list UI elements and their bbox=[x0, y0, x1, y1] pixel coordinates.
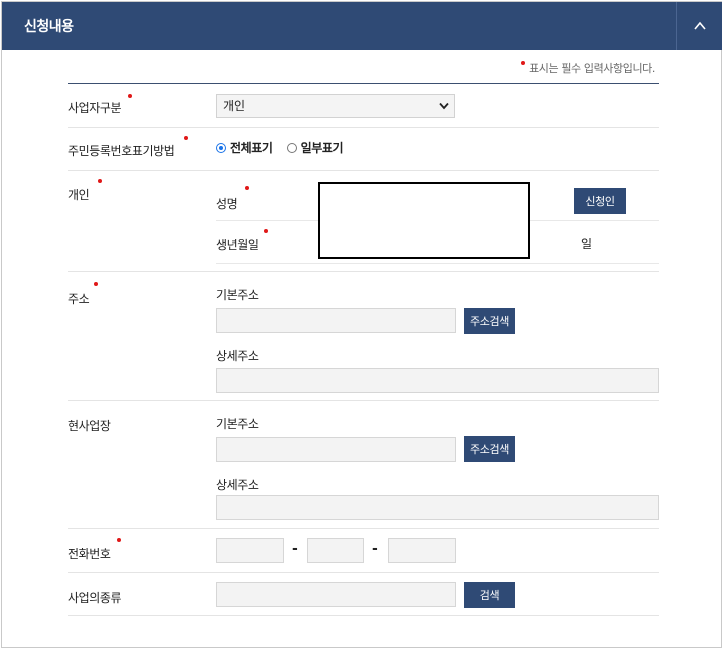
workplace-base-label: 기본주소 bbox=[216, 417, 259, 431]
address-search-button[interactable]: 주소검색 bbox=[464, 308, 515, 334]
workplace-search-button[interactable]: 주소검색 bbox=[464, 436, 515, 462]
id-display-radio-group: 전체표기 일부표기 bbox=[216, 139, 353, 156]
required-note-text: 표시는 필수 입력사항입니다. bbox=[529, 62, 655, 75]
phone-label: 전화번호 bbox=[68, 547, 111, 561]
address-detail-input[interactable] bbox=[216, 368, 659, 393]
phone-part1-input[interactable] bbox=[216, 538, 284, 563]
business-category-label: 사업의종류 bbox=[68, 591, 122, 605]
form-top-line bbox=[68, 83, 659, 84]
subrow-divider bbox=[216, 263, 659, 264]
required-dot-icon bbox=[264, 229, 268, 233]
id-display-label: 주민등록번호표기방법 bbox=[68, 144, 175, 158]
row-divider bbox=[68, 615, 659, 616]
chevron-down-icon bbox=[439, 102, 449, 110]
row-divider bbox=[68, 400, 659, 401]
required-dot-icon bbox=[94, 282, 98, 286]
address-detail-label: 상세주소 bbox=[216, 349, 259, 363]
collapse-button[interactable] bbox=[676, 2, 722, 50]
business-type-label: 사업자구분 bbox=[68, 101, 122, 115]
radio-full-display-label: 전체표기 bbox=[230, 141, 273, 155]
radio-partial-display[interactable]: 일부표기 bbox=[286, 139, 344, 156]
address-base-input[interactable] bbox=[216, 308, 456, 333]
name-label: 성명 bbox=[216, 197, 238, 211]
workplace-detail-input[interactable] bbox=[216, 495, 659, 520]
applicant-button[interactable]: 신청인 bbox=[574, 188, 626, 214]
workplace-label: 현사업장 bbox=[68, 419, 111, 433]
required-note: 표시는 필수 입력사항입니다. bbox=[521, 60, 655, 76]
chevron-up-icon bbox=[693, 21, 706, 30]
panel-title: 신청내용 bbox=[24, 19, 74, 35]
required-dot-icon bbox=[521, 61, 526, 65]
birthdate-label: 생년월일 bbox=[216, 238, 259, 252]
redaction-box bbox=[318, 182, 530, 259]
application-panel: 신청내용 표시는 필수 입력사항입니다. 사업자구분 개인 주민등록번호표기방법… bbox=[1, 1, 722, 648]
required-dot-icon bbox=[245, 186, 249, 190]
business-category-search-button[interactable]: 검색 bbox=[464, 582, 515, 608]
workplace-detail-label: 상세주소 bbox=[216, 478, 259, 492]
address-base-label: 기본주소 bbox=[216, 288, 259, 302]
required-dot-icon bbox=[184, 136, 188, 140]
address-label: 주소 bbox=[68, 292, 90, 306]
row-divider bbox=[68, 572, 659, 573]
required-dot-icon bbox=[98, 179, 102, 183]
required-dot-icon bbox=[117, 538, 121, 542]
individual-label: 개인 bbox=[68, 188, 90, 202]
radio-partial-display-label: 일부표기 bbox=[300, 141, 344, 155]
row-divider bbox=[68, 127, 659, 128]
required-dot-icon bbox=[128, 94, 132, 98]
panel-header: 신청내용 bbox=[2, 2, 722, 50]
workplace-base-input[interactable] bbox=[216, 437, 456, 462]
radio-checked-icon bbox=[216, 142, 226, 153]
radio-full-display[interactable]: 전체표기 bbox=[216, 139, 273, 156]
phone-separator: - bbox=[372, 541, 378, 557]
business-type-value: 개인 bbox=[223, 99, 246, 113]
business-category-input[interactable] bbox=[216, 582, 456, 607]
phone-part3-input[interactable] bbox=[388, 538, 456, 563]
row-divider bbox=[68, 271, 659, 272]
row-divider bbox=[68, 528, 659, 529]
phone-separator: - bbox=[292, 541, 298, 557]
row-divider bbox=[68, 170, 659, 171]
phone-part2-input[interactable] bbox=[307, 538, 364, 563]
day-suffix: 일 bbox=[581, 237, 593, 251]
business-type-select[interactable]: 개인 bbox=[216, 94, 455, 118]
radio-unchecked-icon bbox=[286, 142, 297, 153]
